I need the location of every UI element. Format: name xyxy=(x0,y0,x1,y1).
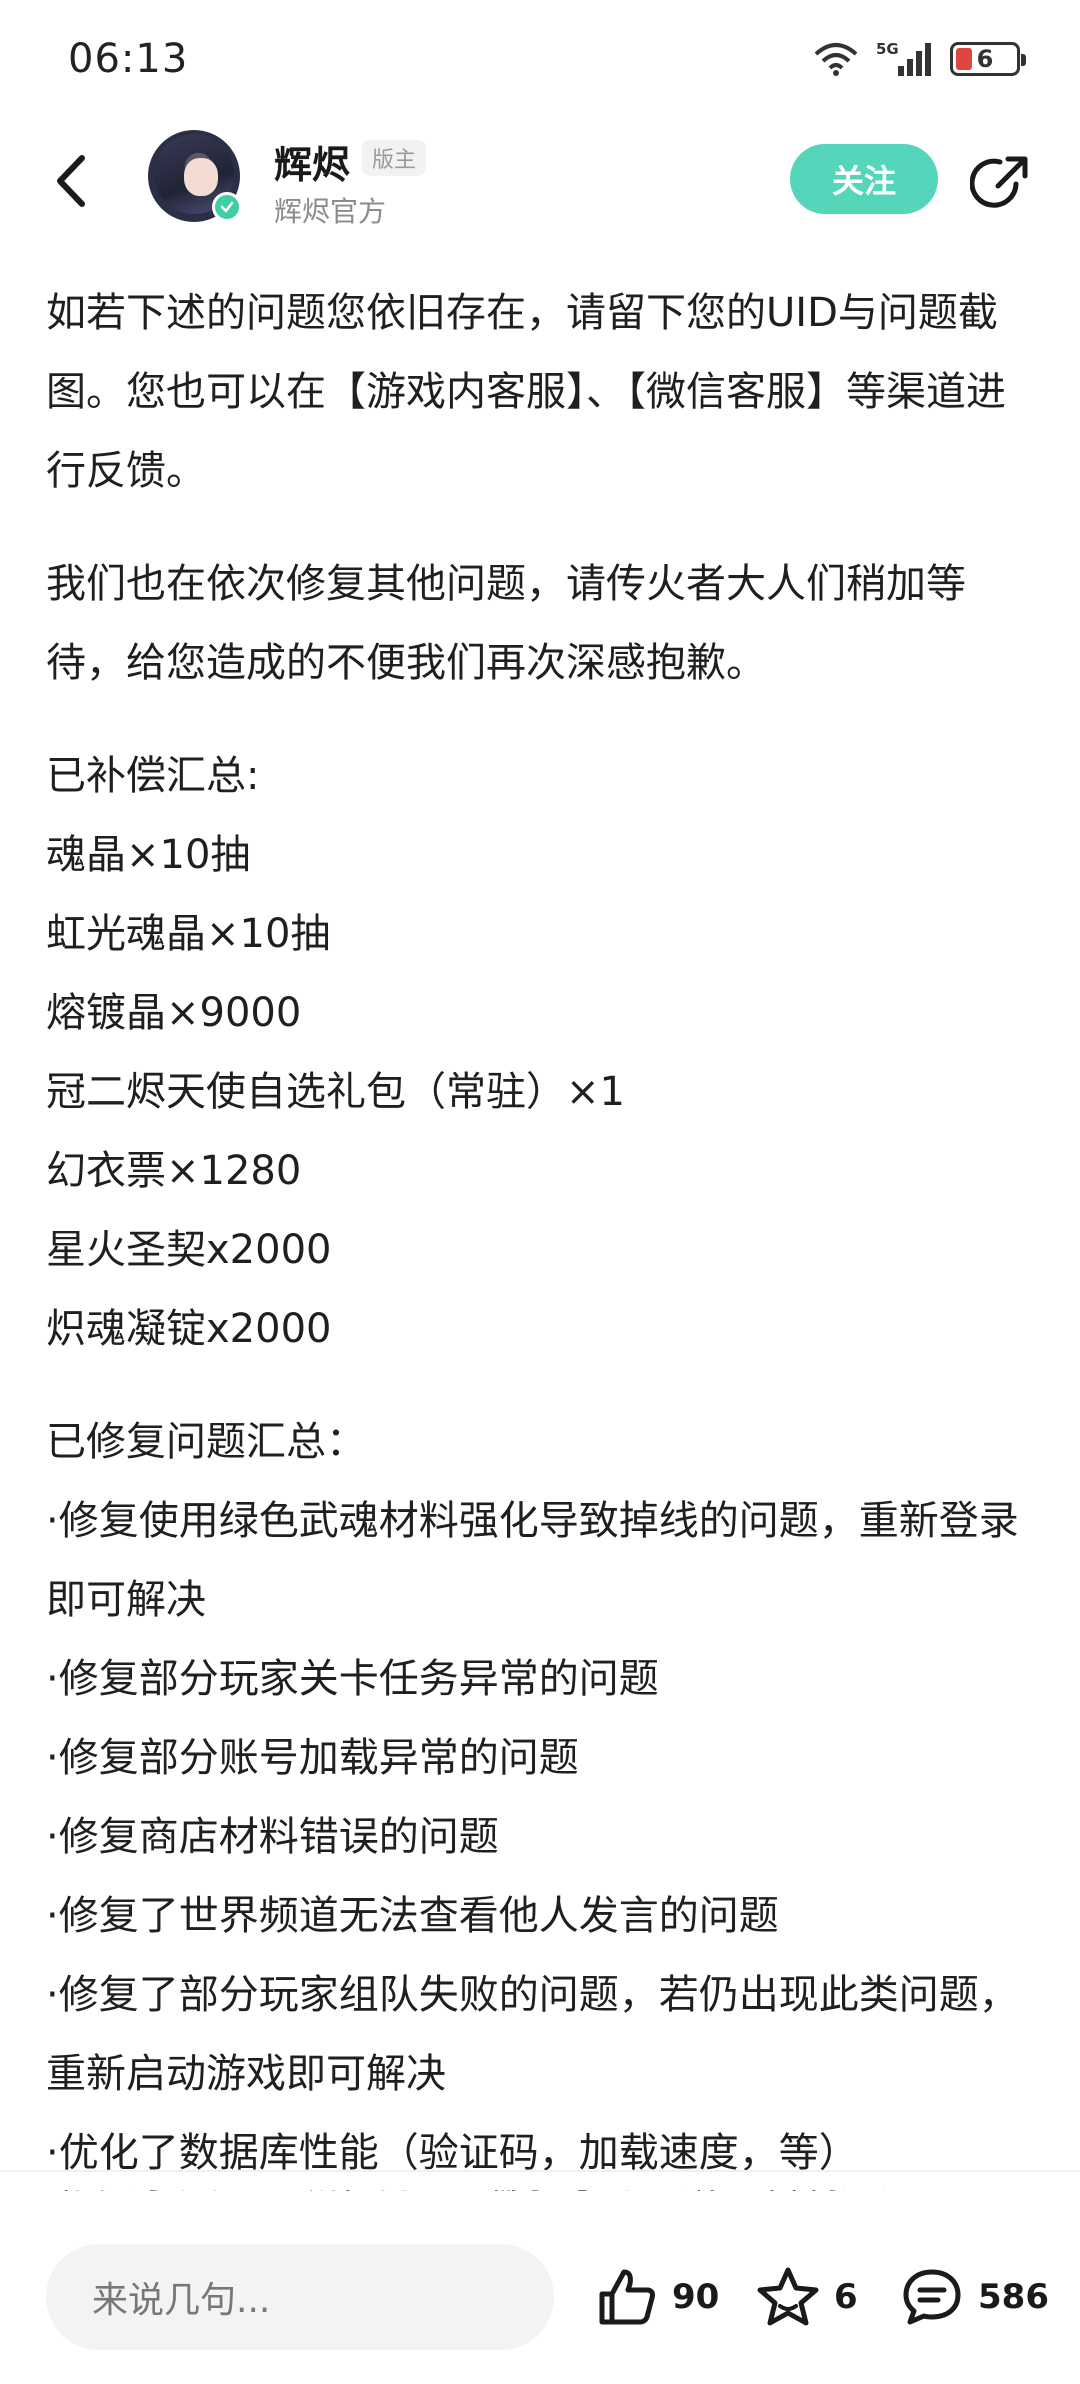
fix-item: ·修复部分账号加载异常的问题 xyxy=(46,1735,579,1781)
compensation-item: 冠二烬天使自选礼包（常驻）×1 xyxy=(46,1069,625,1115)
follow-button[interactable]: 关注 xyxy=(790,144,938,214)
battery-level: 6 xyxy=(976,45,994,73)
favorite-button[interactable]: 6 xyxy=(756,2262,858,2332)
user-name[interactable]: 辉烬 xyxy=(274,134,350,189)
share-button[interactable] xyxy=(969,150,1034,214)
fix-item: ·修复使用绿色武魂材料强化导致掉线的问题，重新登录即可解决 xyxy=(46,1498,1019,1623)
fix-item: ·修复部分玩家关卡任务异常的问题 xyxy=(46,1656,659,1702)
compensation-title: 已补偿汇总: xyxy=(46,753,260,799)
network-label: 5G xyxy=(876,40,899,58)
user-subtitle: 辉烬官方 xyxy=(274,195,387,228)
comment-button[interactable]: 586 xyxy=(900,2262,1049,2332)
fix-item: ·修复商店材料错误的问题 xyxy=(46,1814,499,1860)
fix-item: ·修复了部分玩家组队失败的问题，若仍出现此类问题，重新启动游戏即可解决 xyxy=(46,1972,1019,2097)
thumbs-up-icon xyxy=(599,2269,655,2325)
moderator-badge: 版主 xyxy=(362,140,427,176)
post-header: 辉烬 版主 辉烬官方 关注 xyxy=(0,124,1080,234)
fixes-title: 已修复问题汇总： xyxy=(46,1419,366,1465)
compensation-item: 星火圣契x2000 xyxy=(46,1227,332,1273)
compensation-item: 熔镀晶×9000 xyxy=(46,990,302,1036)
compensation-item: 幻衣票×1280 xyxy=(46,1148,302,1194)
like-count: 90 xyxy=(672,2277,720,2317)
compensation-item: 炽魂凝锭x2000 xyxy=(46,1306,332,1352)
share-icon xyxy=(969,156,1028,208)
post-paragraph: 如若下述的问题您依旧存在，请留下您的UID与问题截图。您也可以在【游戏内客服】、… xyxy=(46,290,1006,494)
verified-icon xyxy=(212,192,242,222)
favorite-count: 6 xyxy=(834,2277,858,2317)
battery-icon: 6 xyxy=(950,42,1026,76)
like-button[interactable]: 90 xyxy=(596,2262,719,2332)
status-bar: 06:13 5G 6 xyxy=(0,0,1080,120)
status-time: 06:13 xyxy=(68,36,189,82)
back-button[interactable] xyxy=(42,148,102,214)
comment-bubble-icon xyxy=(903,2269,961,2325)
compensation-item: 魂晶×10抽 xyxy=(46,832,251,878)
wifi-icon xyxy=(814,42,858,76)
comment-input[interactable]: 来说几句... xyxy=(46,2244,554,2350)
cellular-signal-icon: 5G xyxy=(876,40,932,78)
fix-item: ·修复了世界频道无法查看他人发言的问题 xyxy=(46,1893,779,1939)
chevron-left-icon xyxy=(57,155,85,207)
partial-fix-item: ·修复了天空之城任务“塞瑞尔号海查斯”“石制娃娃” xyxy=(46,2190,1036,2214)
post-paragraph: 我们也在依次修复其他问题，请传火者大人们稍加等待，给您造成的不便我们再次深感抱歉… xyxy=(46,561,966,686)
star-icon xyxy=(757,2267,819,2326)
comment-count: 586 xyxy=(978,2277,1049,2317)
post-body: 如若下述的问题您依旧存在，请留下您的UID与问题截图。您也可以在【游戏内客服】、… xyxy=(46,274,1036,2193)
avatar[interactable] xyxy=(148,130,242,222)
status-icons: 5G 6 xyxy=(814,40,1026,78)
compensation-item: 虹光魂晶×10抽 xyxy=(46,911,331,957)
